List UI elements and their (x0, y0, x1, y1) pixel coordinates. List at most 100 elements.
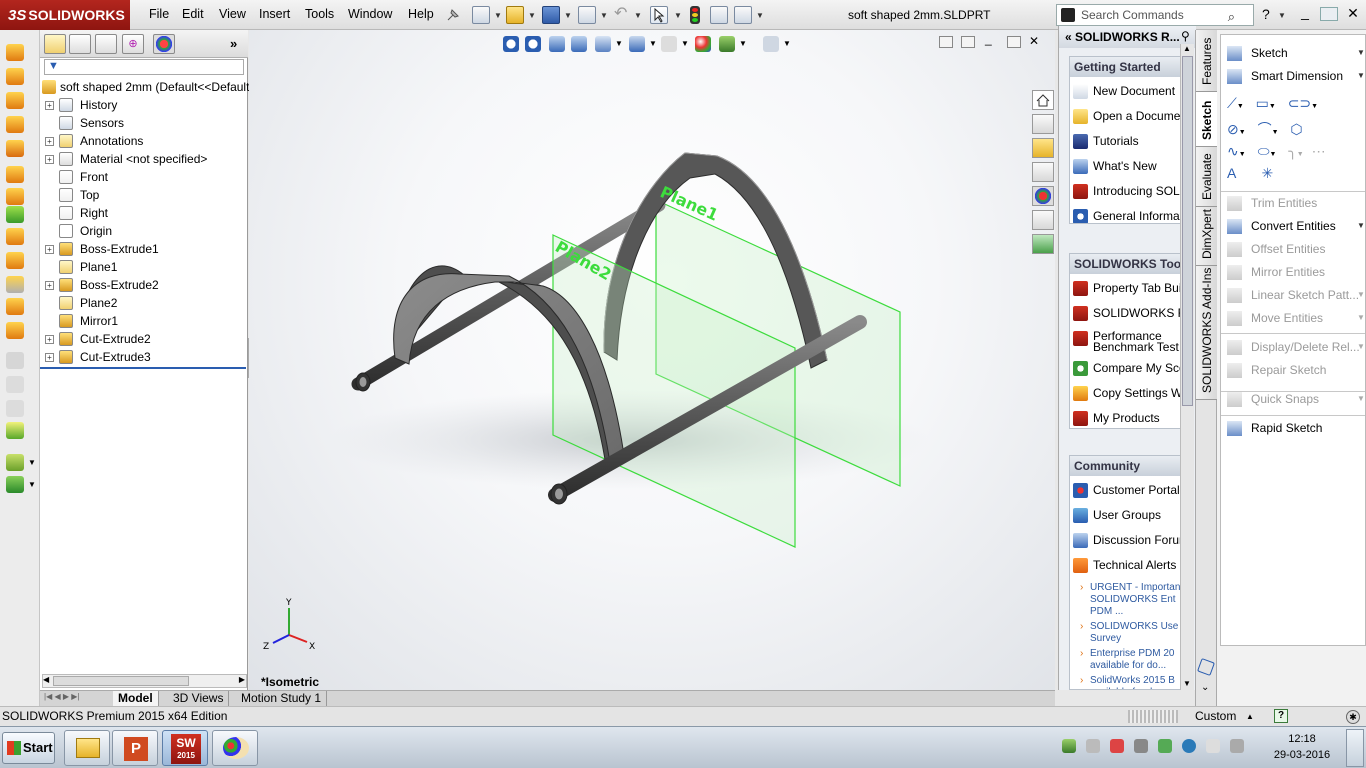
model-render[interactable]: Plane1 Plane2 Y X Z (249, 30, 1055, 690)
chevron-down-icon[interactable]: ▼ (674, 11, 682, 20)
curves-icon[interactable] (6, 322, 24, 339)
rib-icon[interactable] (6, 206, 24, 223)
solidworks-logo[interactable]: 3S SOLIDWORKS (0, 0, 130, 30)
search-commands-field[interactable]: Search Commands ⌕ (1056, 4, 1254, 26)
arc-icon[interactable]: ⌒ (1258, 121, 1272, 137)
rebuild-traffic-light-icon[interactable] (690, 6, 700, 24)
point-icon[interactable]: ✳ (1261, 165, 1273, 181)
collapse-icon[interactable]: « (1065, 30, 1072, 44)
tray-flag-icon[interactable] (1206, 739, 1220, 753)
view-palette-tab-icon[interactable] (1032, 162, 1054, 182)
pin-icon[interactable]: ⚲ (1181, 29, 1190, 43)
chevron-down-icon[interactable]: ▼ (494, 11, 502, 20)
news-item[interactable]: available for do... (1090, 660, 1166, 671)
feature-tree-filter[interactable]: ▼ (44, 59, 244, 75)
expand-down-icon[interactable]: ⌄ (1201, 682, 1209, 693)
new-document-icon[interactable] (472, 6, 490, 24)
undo-icon[interactable]: ↶ (614, 6, 632, 24)
taskbar-file-explorer[interactable] (64, 730, 110, 766)
chevron-down-icon[interactable]: ▼ (1239, 129, 1246, 136)
scroll-left-icon[interactable]: ◀ (43, 675, 49, 684)
print-icon[interactable] (578, 6, 596, 24)
chevron-down-icon[interactable]: ▼ (1357, 48, 1365, 57)
tree-item-plane1[interactable]: Plane1 (40, 258, 248, 276)
extruded-boss-icon[interactable] (6, 44, 24, 61)
tree-item-cut-extrude3[interactable]: + Cut-Extrude3 (40, 348, 248, 366)
tree-item-sensors[interactable]: Sensors (40, 114, 248, 132)
expand-toggle-icon[interactable]: + (45, 137, 54, 146)
search-icon[interactable]: ⌕ (1228, 7, 1235, 27)
tree-rollback-bar[interactable] (40, 367, 246, 369)
chevron-down-icon[interactable]: ▼ (1237, 103, 1244, 110)
sketch-tools-icon[interactable] (6, 454, 24, 471)
tab-motion-study[interactable]: Motion Study 1 (236, 691, 328, 707)
circle-icon[interactable]: ⊘ (1227, 121, 1239, 137)
restore-icon[interactable] (1320, 7, 1338, 21)
pin-icon[interactable] (444, 6, 462, 24)
chevron-down-icon[interactable]: ▼ (1272, 129, 1279, 136)
tab-solidworks-add-ins[interactable]: SOLIDWORKS Add-Ins (1196, 266, 1217, 400)
scroll-up-icon[interactable]: ▲ (1183, 44, 1191, 53)
chevron-down-icon[interactable]: ▼ (1239, 151, 1246, 158)
news-item[interactable]: › URGENT - Important (1080, 582, 1180, 593)
spline-icon[interactable]: ∿ (1227, 143, 1239, 159)
curve-tools-icon[interactable] (6, 476, 24, 493)
taskbar-paint[interactable] (212, 730, 258, 766)
menu-window[interactable]: Window (348, 7, 392, 21)
tab-3d-views[interactable]: 3D Views (168, 691, 230, 707)
tree-item-front-plane[interactable]: Front (40, 168, 248, 186)
chevron-down-icon[interactable]: ▼ (28, 480, 36, 489)
tree-item-plane2[interactable]: Plane2 (40, 294, 248, 312)
tab-dimxpert[interactable]: DimXpert (1196, 207, 1217, 266)
tray-volume-icon[interactable] (1134, 739, 1148, 753)
options-icon[interactable] (734, 6, 752, 24)
tree-item-cut-extrude2[interactable]: + Cut-Extrude2 (40, 330, 248, 348)
tab-model[interactable]: Model (113, 691, 159, 707)
taskbar-solidworks[interactable]: SW 2015 (162, 730, 208, 766)
scroll-thumb[interactable] (1182, 56, 1193, 406)
tree-item-history[interactable]: + History (40, 96, 248, 114)
tray-speaker-icon[interactable] (1230, 739, 1244, 753)
tray-browser-icon[interactable] (1182, 739, 1196, 753)
shell-icon[interactable] (6, 228, 24, 245)
expand-toggle-icon[interactable]: + (45, 245, 54, 254)
chevron-down-icon[interactable]: ▼ (28, 458, 36, 467)
graphics-area[interactable]: ▼ ▼ ▼ ▼ ▼ _ ✕ Plane1 Plane2 Y X Z *Isome… (249, 30, 1055, 690)
ellipse-icon[interactable]: ⬭ (1258, 143, 1270, 159)
news-item[interactable]: PDM ... (1090, 606, 1123, 617)
feature-tree-hscrollbar[interactable]: ◀ ▶ (42, 674, 247, 688)
tree-item-origin[interactable]: Origin (40, 222, 248, 240)
display-manager-tab-icon[interactable] (153, 34, 175, 54)
property-manager-tab-icon[interactable] (69, 34, 91, 54)
text-icon[interactable]: A (1227, 165, 1236, 181)
chevron-down-icon[interactable]: ▼ (756, 11, 764, 20)
solidworks-resources-tab-icon[interactable] (1032, 90, 1054, 110)
polygon-icon[interactable]: ⬡ (1290, 121, 1302, 137)
chevron-up-icon[interactable]: ▲ (1246, 707, 1254, 726)
chevron-down-icon[interactable]: ▼ (564, 11, 572, 20)
expand-toggle-icon[interactable]: + (45, 281, 54, 290)
news-item[interactable]: › Enterprise PDM 20 (1080, 648, 1174, 659)
tree-item-right-plane[interactable]: Right (40, 204, 248, 222)
task-pane-scrollbar[interactable]: ▲ ▼ (1180, 44, 1194, 690)
menu-tools[interactable]: Tools (305, 7, 334, 21)
news-item[interactable]: › SolidWorks 2015 B (1080, 675, 1175, 686)
tree-item-boss-extrude1[interactable]: + Boss-Extrude1 (40, 240, 248, 258)
chevron-down-icon[interactable]: ▼ (600, 11, 608, 20)
lofted-boss-icon[interactable] (6, 116, 24, 133)
units-label[interactable]: Custom (1195, 707, 1236, 726)
boundary-boss-icon[interactable] (6, 140, 24, 157)
fillet-icon[interactable] (6, 188, 24, 205)
tab-scroll-icon[interactable]: |◀ ◀ ▶ ▶| (44, 692, 79, 701)
chevron-down-icon[interactable]: ▼ (634, 11, 642, 20)
open-folder-icon[interactable] (506, 6, 524, 24)
draft-icon[interactable] (6, 252, 24, 269)
tree-item-mirror1[interactable]: Mirror1 (40, 312, 248, 330)
slot-icon[interactable]: ⊂⊃ (1288, 95, 1311, 111)
scroll-right-icon[interactable]: ▶ (239, 675, 245, 684)
expand-toggle-icon[interactable]: + (45, 335, 54, 344)
appearances-tab-icon[interactable] (1032, 186, 1054, 206)
taskbar-powerpoint[interactable]: P (112, 730, 158, 766)
chevron-down-icon[interactable]: ▼ (1357, 71, 1365, 80)
tab-evaluate[interactable]: Evaluate (1196, 147, 1217, 207)
